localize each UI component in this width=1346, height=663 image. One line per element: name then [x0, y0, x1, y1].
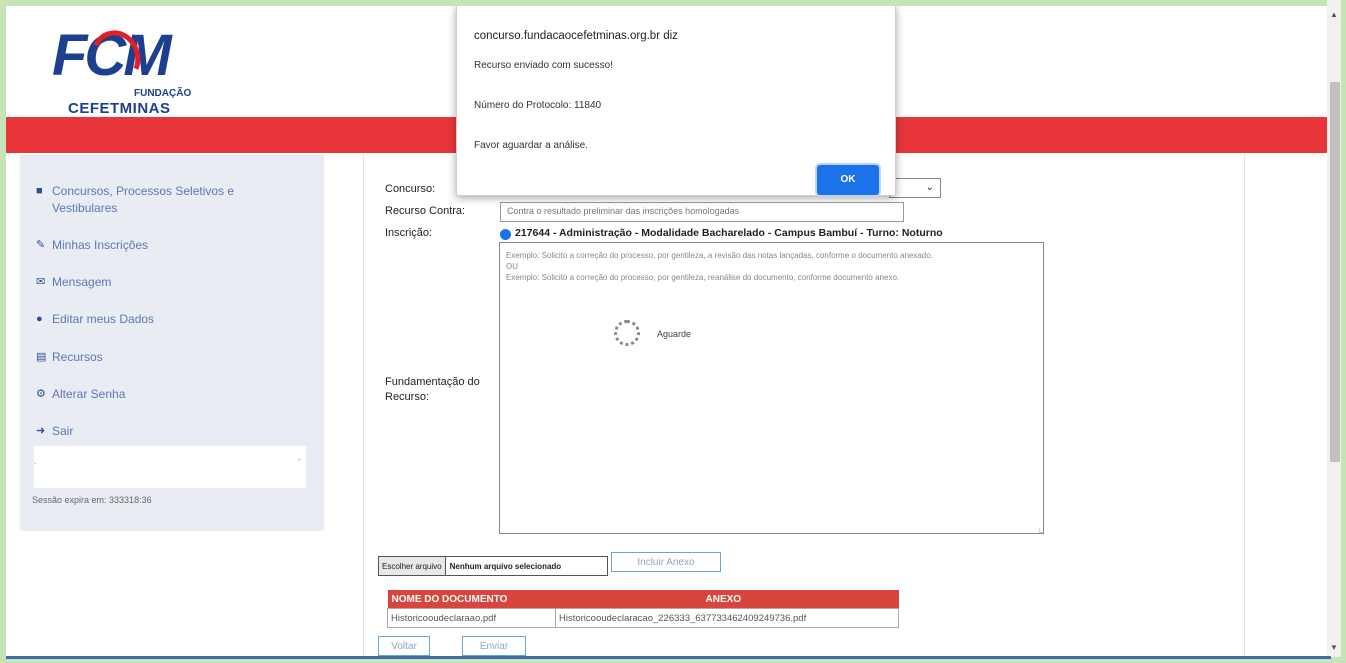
- browser-page: FCM FUNDAÇÃO CEFETMINAS ■ Concursos, Pro…: [6, 6, 1331, 657]
- sign-out-icon: ➜: [36, 425, 46, 437]
- inscricao-value: 217644 - Administração - Modalidade Bach…: [515, 227, 943, 239]
- documents-table: NOME DO DOCUMENTO ANEXO Historicooudecla…: [387, 590, 899, 628]
- recurso-select[interactable]: Contra o resultado preliminar das inscri…: [500, 202, 904, 222]
- scroll-down-icon[interactable]: ▼: [1330, 643, 1338, 652]
- redaction-mark: .: [34, 456, 37, 466]
- sidebar-item-recursos[interactable]: ▤ Recursos: [36, 349, 286, 366]
- sidebar-item-label: Concursos, Processos Seletivos e Vestibu…: [52, 184, 235, 215]
- recurso-label: Recurso Contra:: [385, 205, 466, 217]
- dialog-ok-button[interactable]: OK: [817, 165, 879, 195]
- resize-handle-icon[interactable]: ∟: [1038, 526, 1046, 535]
- sidebar-item-label: Sair: [52, 424, 74, 438]
- table-header-row: NOME DO DOCUMENTO ANEXO: [387, 590, 899, 609]
- file-status: Nenhum arquivo selecionado: [449, 561, 562, 571]
- dialog-message-line: Favor aguardar a análise.: [474, 140, 588, 151]
- sidebar-item-label: Mensagem: [52, 275, 112, 289]
- sidebar-item-concursos[interactable]: ■ Concursos, Processos Seletivos e Vesti…: [36, 183, 286, 217]
- sidebar-item-editar-dados[interactable]: ● Editar meus Dados: [36, 311, 286, 328]
- dialog-title: concurso.fundacaocefetminas.org.br diz: [474, 30, 678, 42]
- scroll-up-icon[interactable]: ▲: [1330, 10, 1338, 19]
- gear-icon: ⚙: [36, 388, 46, 400]
- edit-icon: ✎: [36, 239, 46, 251]
- loading-spinner-icon: [614, 320, 640, 346]
- content-divider: [363, 155, 364, 657]
- column-header: NOME DO DOCUMENTO: [387, 590, 556, 609]
- attachment-cell[interactable]: Historicooudeclaracao_226333_63773346240…: [555, 608, 899, 628]
- textarea-placeholder: Exemplo: Solicito a correção do processo…: [506, 251, 933, 282]
- scrollbar-thumb[interactable]: [1330, 82, 1340, 462]
- concurso-select[interactable]: ⌄: [889, 178, 941, 198]
- sidebar-item-inscricoes[interactable]: ✎ Minhas Inscrições: [36, 237, 286, 254]
- sidebar-item-label: Alterar Senha: [52, 387, 126, 401]
- document-name-cell: Historicooudeclaraao.pdf: [387, 608, 556, 628]
- sidebar-item-label: Editar meus Dados: [52, 312, 155, 326]
- sidebar: ■ Concursos, Processos Seletivos e Vesti…: [20, 155, 324, 531]
- sidebar-item-label: Recursos: [52, 350, 103, 364]
- fcm-logo[interactable]: FCM FUNDAÇÃO CEFETMINAS: [52, 23, 192, 124]
- taskbar-edge: [6, 656, 1331, 659]
- redaction-mark: .: [298, 452, 301, 462]
- logo-line1: FUNDAÇÃO: [134, 88, 192, 99]
- redacted-user-info: . .: [34, 446, 306, 488]
- table-row: Historicooudeclaraao.pdf Historicooudecl…: [387, 608, 899, 628]
- file-input[interactable]: Escolher arquivo Nenhum arquivo selecion…: [378, 556, 608, 576]
- column-header: ANEXO: [555, 590, 899, 609]
- sidebar-item-alterar-senha[interactable]: ⚙ Alterar Senha: [36, 386, 286, 403]
- dialog-protocol-line: Número do Protocolo: 11840: [474, 100, 602, 111]
- loading-text: Aguarde: [657, 329, 692, 339]
- sidebar-item-label: Minhas Inscrições: [52, 238, 149, 252]
- folder-icon: ■: [36, 185, 43, 197]
- concurso-label: Concurso:: [385, 183, 436, 195]
- choose-file-button[interactable]: Escolher arquivo: [379, 557, 446, 575]
- content-divider: [1244, 155, 1245, 657]
- session-timer: Sessão expira em: 333318:36: [32, 495, 152, 505]
- fundamentacao-label: Fundamentação do Recurso:: [385, 376, 480, 403]
- add-attachment-button[interactable]: Incluir Anexo: [611, 552, 721, 572]
- inscricao-radio[interactable]: [500, 229, 511, 240]
- sidebar-item-mensagem[interactable]: ✉ Mensagem: [36, 274, 286, 291]
- fundamentacao-textarea[interactable]: Exemplo: Solicito a correção do processo…: [499, 242, 1044, 534]
- sidebar-item-sair[interactable]: ➜ Sair: [36, 423, 286, 440]
- print-icon: ▤: [36, 351, 47, 363]
- dialog-message-line: Recurso enviado com sucesso!: [474, 60, 613, 71]
- send-button[interactable]: Enviar: [462, 636, 526, 656]
- inscricao-label: Inscrição:: [385, 227, 433, 239]
- back-button[interactable]: Voltar: [378, 636, 430, 656]
- user-icon: ●: [36, 313, 43, 325]
- envelope-icon: ✉: [36, 276, 46, 288]
- logo-line2: CEFETMINAS: [68, 100, 171, 117]
